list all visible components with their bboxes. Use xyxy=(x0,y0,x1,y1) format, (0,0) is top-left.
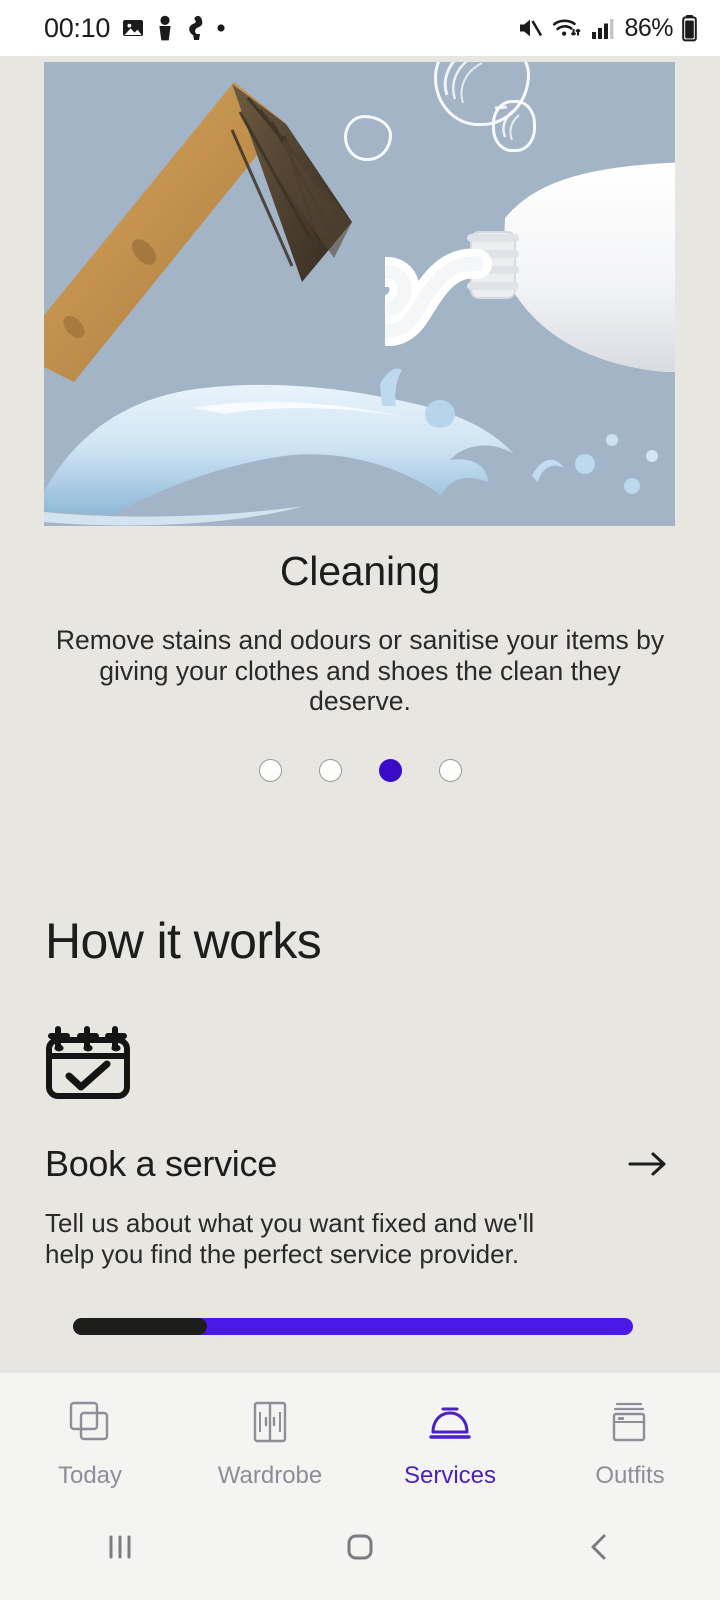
status-bar-clock: 00:10 xyxy=(44,12,111,43)
wardrobe-icon xyxy=(247,1396,293,1448)
tab-label-services: Services xyxy=(403,1462,497,1489)
water-splash-icon xyxy=(44,368,658,526)
tab-label-outfits: Outfits xyxy=(595,1462,665,1489)
steps-progress-fill xyxy=(73,1318,208,1335)
tab-outfits[interactable]: Outfits xyxy=(540,1373,720,1490)
step-description: Tell us about what you want fixed and we… xyxy=(45,1208,535,1270)
wifi-icon xyxy=(552,14,582,42)
carousel-dot-4[interactable] xyxy=(438,759,462,783)
slide-title: Cleaning xyxy=(279,548,441,594)
carousel-dot-3-active[interactable] xyxy=(378,759,402,783)
android-navigation-bar[interactable] xyxy=(0,1493,720,1600)
steps-progress-bar[interactable] xyxy=(73,1318,633,1335)
status-bar-left: 00:10 xyxy=(44,13,226,44)
status-bar-right: 86% xyxy=(516,14,698,43)
battery-percent-label: 86% xyxy=(624,13,673,42)
slide-description: Remove stains and odours or sanitise you… xyxy=(55,625,665,717)
status-bar: 00:10 86% xyxy=(0,0,720,56)
image-icon xyxy=(121,16,145,40)
tab-today[interactable]: Today xyxy=(0,1373,180,1490)
page-content: Cleaning Remove stains and odours or san… xyxy=(0,56,720,1373)
tab-wardrobe[interactable]: Wardrobe xyxy=(180,1373,360,1490)
tab-services[interactable]: Services xyxy=(360,1373,540,1490)
home-icon[interactable] xyxy=(240,1530,480,1564)
how-it-works-heading: How it works xyxy=(45,913,322,970)
carousel-dot-2[interactable] xyxy=(318,759,342,783)
tab-label-today: Today xyxy=(57,1462,123,1489)
mute-icon xyxy=(516,14,544,42)
battery-icon xyxy=(681,14,698,42)
carousel-dot-1[interactable] xyxy=(258,759,282,783)
carousel-pagination[interactable] xyxy=(0,759,720,783)
how-it-works-step[interactable]: Book a service Tell us about what you wa… xyxy=(0,1026,720,1270)
arrow-right-icon[interactable] xyxy=(628,1149,668,1179)
stacked-squares-icon xyxy=(67,1396,113,1448)
back-icon[interactable] xyxy=(480,1530,720,1564)
outfits-stack-icon xyxy=(607,1396,653,1448)
service-hero-image[interactable] xyxy=(44,62,675,526)
calendar-check-icon xyxy=(46,1026,130,1100)
bottom-tab-bar[interactable]: Today Wardrobe Services Outfits xyxy=(0,1373,720,1493)
tab-label-wardrobe: Wardrobe xyxy=(217,1462,323,1489)
step-title: Book a service xyxy=(45,1143,277,1185)
app-badge-icon xyxy=(156,15,174,41)
service-bell-icon xyxy=(425,1396,475,1448)
recents-icon[interactable] xyxy=(0,1530,240,1564)
step-header-row[interactable]: Book a service xyxy=(45,1143,675,1185)
dot-icon xyxy=(216,23,226,33)
app-badge-icon-2 xyxy=(185,15,205,41)
signal-icon xyxy=(590,15,616,41)
